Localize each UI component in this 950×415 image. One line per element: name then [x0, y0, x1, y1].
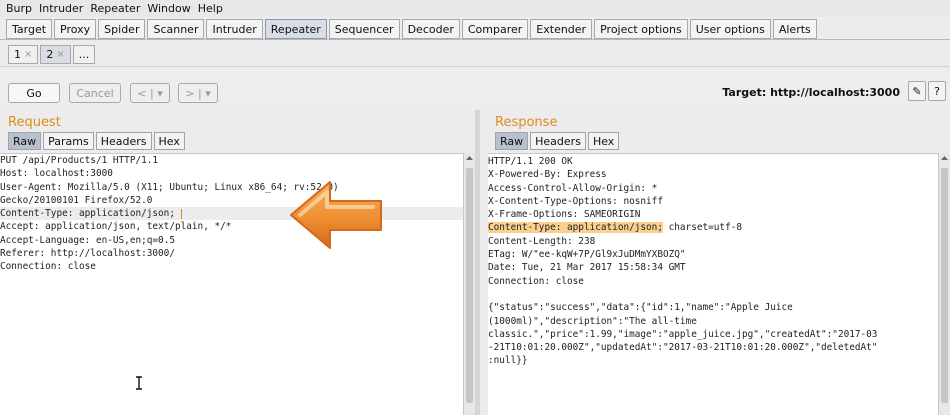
main-tab-bar: Target Proxy Spider Scanner Intruder Rep…: [0, 17, 950, 40]
response-line: ETag: W/"ee-kqW+7P/Gl9xJuDMmYXBOZQ": [488, 249, 686, 261]
menu-window[interactable]: Window: [147, 2, 190, 15]
request-tab-hex[interactable]: Hex: [153, 132, 185, 150]
go-button[interactable]: Go: [8, 83, 60, 103]
response-title: Response: [495, 115, 558, 130]
response-line: Content-Length: 238: [488, 235, 596, 247]
request-line: Accept-Language: en-US,en;q=0.5: [0, 234, 175, 246]
request-line: Accept: application/json, text/plain, */…: [0, 221, 232, 233]
menu-repeater[interactable]: Repeater: [90, 2, 140, 15]
tab-alerts[interactable]: Alerts: [772, 19, 817, 39]
tab-intruder[interactable]: Intruder: [206, 19, 263, 39]
repeater-tab-label: 2: [46, 48, 54, 61]
tab-sequencer[interactable]: Sequencer: [328, 19, 400, 39]
response-body-line: {"status":"success","data":{"id":1,"name…: [488, 302, 793, 314]
tab-proxy[interactable]: Proxy: [54, 19, 97, 39]
response-scrollbar[interactable]: [938, 153, 950, 415]
repeater-tab-2[interactable]: 2 ×: [40, 45, 71, 64]
response-tab-hex[interactable]: Hex: [587, 132, 620, 150]
response-body-line: :null}}: [488, 355, 528, 367]
highlighted-text: Content-Type: application/json;: [488, 222, 663, 234]
response-line-highlighted: Content-Type: application/json; charset=…: [488, 221, 938, 234]
scroll-up-icon[interactable]: [466, 156, 473, 160]
menu-burp[interactable]: Burp: [6, 2, 32, 15]
request-line: Host: localhost:3000: [0, 168, 113, 180]
forward-icon: >: [185, 86, 195, 100]
repeater-tab-more[interactable]: ...: [72, 45, 96, 64]
request-editor[interactable]: PUT /api/Products/1 HTTP/1.1 Host: local…: [0, 153, 463, 415]
close-icon[interactable]: ×: [24, 49, 32, 60]
target-label: Target: http://localhost:3000: [722, 86, 900, 99]
back-icon: <: [137, 86, 147, 100]
pencil-icon: ✎: [912, 84, 922, 98]
request-line: Gecko/20100101 Firefox/52.0: [0, 194, 153, 206]
help-button[interactable]: ?: [928, 81, 946, 101]
request-tab-raw[interactable]: Raw: [8, 132, 42, 150]
chevron-down-icon: ▾: [157, 86, 163, 100]
repeater-tab-label: 1: [14, 48, 21, 61]
response-line: X-Powered-By: Express: [488, 169, 607, 181]
request-line-highlighted: Content-Type: application/json;: [0, 207, 463, 221]
forward-button[interactable]: > | ▾: [178, 83, 218, 103]
back-button[interactable]: < | ▾: [130, 83, 170, 103]
response-pane: Response Raw Headers Hex HTTP/1.1 200 OK…: [480, 110, 950, 415]
response-line: HTTP/1.1 200 OK: [488, 156, 573, 167]
response-body-line: classic.","price":1.99,"image":"apple_ju…: [488, 328, 878, 340]
response-line: Date: Tue, 21 Mar 2017 15:58:34 GMT: [488, 262, 686, 274]
request-title: Request: [8, 115, 61, 130]
tab-target[interactable]: Target: [6, 19, 53, 39]
repeater-tab-1[interactable]: 1 ×: [8, 45, 39, 64]
repeater-tab-bar: 1 × 2 × ...: [0, 40, 950, 66]
cancel-button[interactable]: Cancel: [69, 83, 121, 103]
tab-extender[interactable]: Extender: [530, 19, 593, 39]
text-cursor-icon: [136, 376, 142, 390]
help-icon: ?: [934, 84, 940, 98]
menu-bar: Burp Intruder Repeater Window Help: [0, 0, 950, 17]
scroll-up-icon[interactable]: [941, 156, 948, 160]
scroll-thumb[interactable]: [941, 168, 948, 403]
request-tab-params[interactable]: Params: [43, 132, 94, 150]
request-line-text: Content-Type: application/json;: [0, 208, 181, 220]
response-line-blank: [488, 288, 938, 301]
response-line: Connection: close: [488, 275, 584, 287]
request-tabs: Raw Params Headers Hex: [8, 132, 187, 150]
request-line: User-Agent: Mozilla/5.0 (X11; Ubuntu; Li…: [0, 181, 339, 193]
request-line: PUT /api/Products/1 HTTP/1.1: [0, 155, 159, 166]
request-line: Connection: close: [0, 261, 96, 273]
tab-scanner[interactable]: Scanner: [147, 19, 205, 39]
tab-decoder[interactable]: Decoder: [401, 19, 460, 39]
response-line-suffix: charset=utf-8: [662, 222, 743, 234]
response-editor[interactable]: HTTP/1.1 200 OK X-Powered-By: Express Ac…: [488, 153, 938, 415]
chevron-down-icon: ▾: [205, 86, 211, 100]
response-line: Access-Control-Allow-Origin: *: [488, 182, 658, 194]
response-tab-headers[interactable]: Headers: [530, 132, 586, 150]
response-body-line: -21T10:01:20.000Z","updatedAt":"2017-03-…: [488, 342, 878, 354]
text-caret: [180, 208, 182, 219]
tab-comparer[interactable]: Comparer: [461, 19, 529, 39]
tab-repeater[interactable]: Repeater: [264, 19, 327, 39]
menu-help[interactable]: Help: [198, 2, 223, 15]
response-tab-raw[interactable]: Raw: [495, 132, 529, 150]
scroll-thumb[interactable]: [466, 168, 473, 403]
request-tab-headers[interactable]: Headers: [95, 132, 152, 150]
menu-intruder[interactable]: Intruder: [39, 2, 83, 15]
request-pane: Request Raw Params Headers Hex PUT /api/…: [0, 110, 475, 415]
orange-arrow-icon: [290, 181, 382, 249]
response-tabs: Raw Headers Hex: [495, 132, 621, 150]
tab-project-options[interactable]: Project options: [594, 19, 688, 39]
response-body-line: (1000ml)","description":"The all-time: [488, 315, 697, 327]
close-icon[interactable]: ×: [56, 49, 64, 60]
request-scrollbar[interactable]: [463, 153, 475, 415]
tab-spider[interactable]: Spider: [98, 19, 146, 39]
request-line: Referer: http://localhost:3000/: [0, 248, 175, 260]
response-line: X-Content-Type-Options: nosniff: [488, 195, 663, 207]
edit-target-button[interactable]: ✎: [908, 81, 926, 101]
request-controls: Go Cancel < | ▾ > | ▾ Target: http://loc…: [0, 66, 950, 110]
response-line: X-Frame-Options: SAMEORIGIN: [488, 209, 641, 221]
tab-user-options[interactable]: User options: [689, 19, 771, 39]
